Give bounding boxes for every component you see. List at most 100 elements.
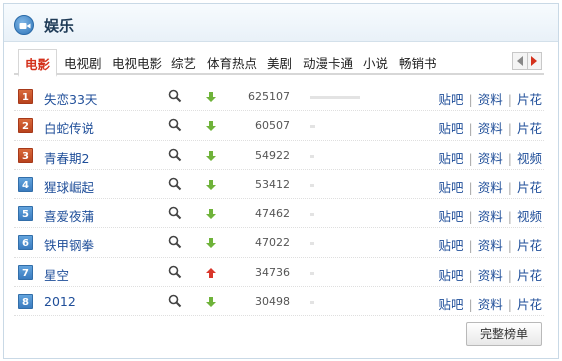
panel-header: 娱乐 [4, 4, 558, 42]
search-count: 47022 [255, 236, 290, 250]
category-tabs: 电影 电视剧 电视电影 综艺 体育热点 美剧 动漫卡通 小说 畅销书 [14, 49, 544, 77]
separator: | [468, 297, 473, 313]
trend-down-icon [205, 150, 217, 162]
clip-link[interactable]: 视频 [517, 209, 542, 224]
clip-link[interactable]: 片花 [517, 92, 542, 107]
trend-down-icon [205, 208, 217, 220]
row-links: 贴吧 | 资料 | 片花 [439, 235, 542, 254]
info-link[interactable]: 资料 [478, 151, 503, 166]
separator: | [507, 297, 512, 313]
info-link[interactable]: 资料 [478, 121, 503, 136]
separator: | [507, 150, 512, 166]
trend-down-icon [205, 237, 217, 249]
search-icon[interactable] [168, 118, 182, 132]
clip-link[interactable]: 片花 [517, 238, 542, 253]
row-links: 贴吧 | 资料 | 视频 [439, 206, 542, 225]
tieba-link[interactable]: 贴吧 [439, 209, 464, 224]
popularity-bar [310, 96, 360, 99]
row-links: 贴吧 | 资料 | 视频 [439, 148, 542, 167]
search-icon[interactable] [168, 177, 182, 191]
tab-novel[interactable]: 小说 [363, 53, 388, 75]
search-count: 53412 [255, 177, 290, 191]
search-icon[interactable] [168, 294, 182, 308]
item-title-link[interactable]: 白蛇传说 [44, 118, 94, 137]
table-row: 2 白蛇传说 60507 贴吧 | 资料 | 片花 [14, 111, 544, 141]
table-row: 5 喜爱夜蒲 47462 贴吧 | 资料 | 视频 [14, 199, 544, 229]
tab-variety[interactable]: 综艺 [171, 53, 196, 75]
search-icon[interactable] [168, 148, 182, 162]
separator: | [468, 179, 473, 195]
table-row: 8 2012 30498 贴吧 | 资料 | 片花 [14, 287, 544, 317]
row-links: 贴吧 | 资料 | 片花 [439, 177, 542, 196]
tab-scroll-arrows [512, 52, 542, 70]
item-title-link[interactable]: 喜爱夜蒲 [44, 206, 94, 225]
trend-down-icon [205, 179, 217, 191]
tab-movie[interactable]: 电影 [18, 49, 58, 77]
item-title-link[interactable]: 星空 [44, 265, 69, 284]
rank-badge: 7 [18, 264, 33, 280]
search-count: 34736 [255, 265, 290, 279]
search-count: 54922 [255, 148, 290, 162]
search-count: 30498 [255, 295, 290, 309]
trend-up-icon [205, 267, 217, 279]
info-link[interactable]: 资料 [478, 297, 503, 312]
tab-anime[interactable]: 动漫卡通 [303, 53, 353, 75]
separator: | [468, 267, 473, 283]
table-row: 4 猩球崛起 53412 贴吧 | 资料 | 片花 [14, 170, 544, 200]
clip-link[interactable]: 片花 [517, 121, 542, 136]
separator: | [507, 92, 512, 107]
popularity-bar [310, 301, 314, 305]
info-link[interactable]: 资料 [478, 209, 503, 224]
full-list-button[interactable]: 完整榜单 [466, 322, 542, 346]
item-title-link[interactable]: 猩球崛起 [44, 177, 94, 196]
tab-bestseller[interactable]: 畅销书 [399, 53, 437, 75]
info-link[interactable]: 资料 [478, 268, 503, 283]
scroll-left-button[interactable] [513, 53, 527, 69]
tab-tv-movie[interactable]: 电视电影 [112, 53, 162, 75]
arrow-left-icon [516, 56, 523, 66]
search-icon[interactable] [168, 265, 182, 279]
info-link[interactable]: 资料 [478, 238, 503, 253]
item-title-link[interactable]: 铁甲钢拳 [44, 235, 94, 254]
clip-link[interactable]: 片花 [517, 268, 542, 283]
item-title-link[interactable]: 青春期2 [44, 148, 89, 167]
rank-badge: 1 [18, 89, 33, 104]
separator: | [507, 179, 512, 195]
rank-badge: 4 [18, 176, 33, 192]
trend-down-icon [205, 91, 217, 103]
item-title-link[interactable]: 2012 [44, 294, 76, 309]
info-link[interactable]: 资料 [478, 92, 503, 107]
table-row: 1 失恋33天 625107 贴吧 | 资料 | 片花 [14, 82, 544, 112]
search-icon[interactable] [168, 235, 182, 249]
tab-sports[interactable]: 体育热点 [207, 53, 257, 75]
clip-link[interactable]: 片花 [517, 297, 542, 312]
row-links: 贴吧 | 资料 | 片花 [439, 265, 542, 284]
rank-badge: 6 [18, 235, 33, 251]
tieba-link[interactable]: 贴吧 [439, 180, 464, 195]
rank-badge: 8 [18, 294, 33, 310]
tieba-link[interactable]: 贴吧 [439, 151, 464, 166]
tieba-link[interactable]: 贴吧 [439, 92, 464, 107]
tab-tv-series[interactable]: 电视剧 [64, 53, 102, 75]
tieba-link[interactable]: 贴吧 [439, 297, 464, 312]
item-title-link[interactable]: 失恋33天 [44, 89, 97, 108]
popularity-bar [310, 271, 314, 275]
info-link[interactable]: 资料 [478, 180, 503, 195]
tieba-link[interactable]: 贴吧 [439, 121, 464, 136]
clip-link[interactable]: 片花 [517, 180, 542, 195]
scroll-right-button[interactable] [526, 53, 542, 69]
search-icon[interactable] [168, 89, 182, 103]
rank-badge: 2 [18, 118, 33, 134]
popularity-bar [310, 183, 314, 187]
clip-link[interactable]: 视频 [517, 151, 542, 166]
table-row: 6 铁甲钢拳 47022 贴吧 | 资料 | 片花 [14, 228, 544, 258]
tab-us-drama[interactable]: 美剧 [267, 53, 292, 75]
tieba-link[interactable]: 贴吧 [439, 238, 464, 253]
rank-badge: 3 [18, 147, 33, 163]
popularity-bar [310, 242, 314, 246]
search-icon[interactable] [168, 206, 182, 220]
tieba-link[interactable]: 贴吧 [439, 268, 464, 283]
separator: | [507, 267, 512, 283]
row-links: 贴吧 | 资料 | 片花 [439, 89, 542, 108]
popularity-bar [310, 213, 314, 217]
